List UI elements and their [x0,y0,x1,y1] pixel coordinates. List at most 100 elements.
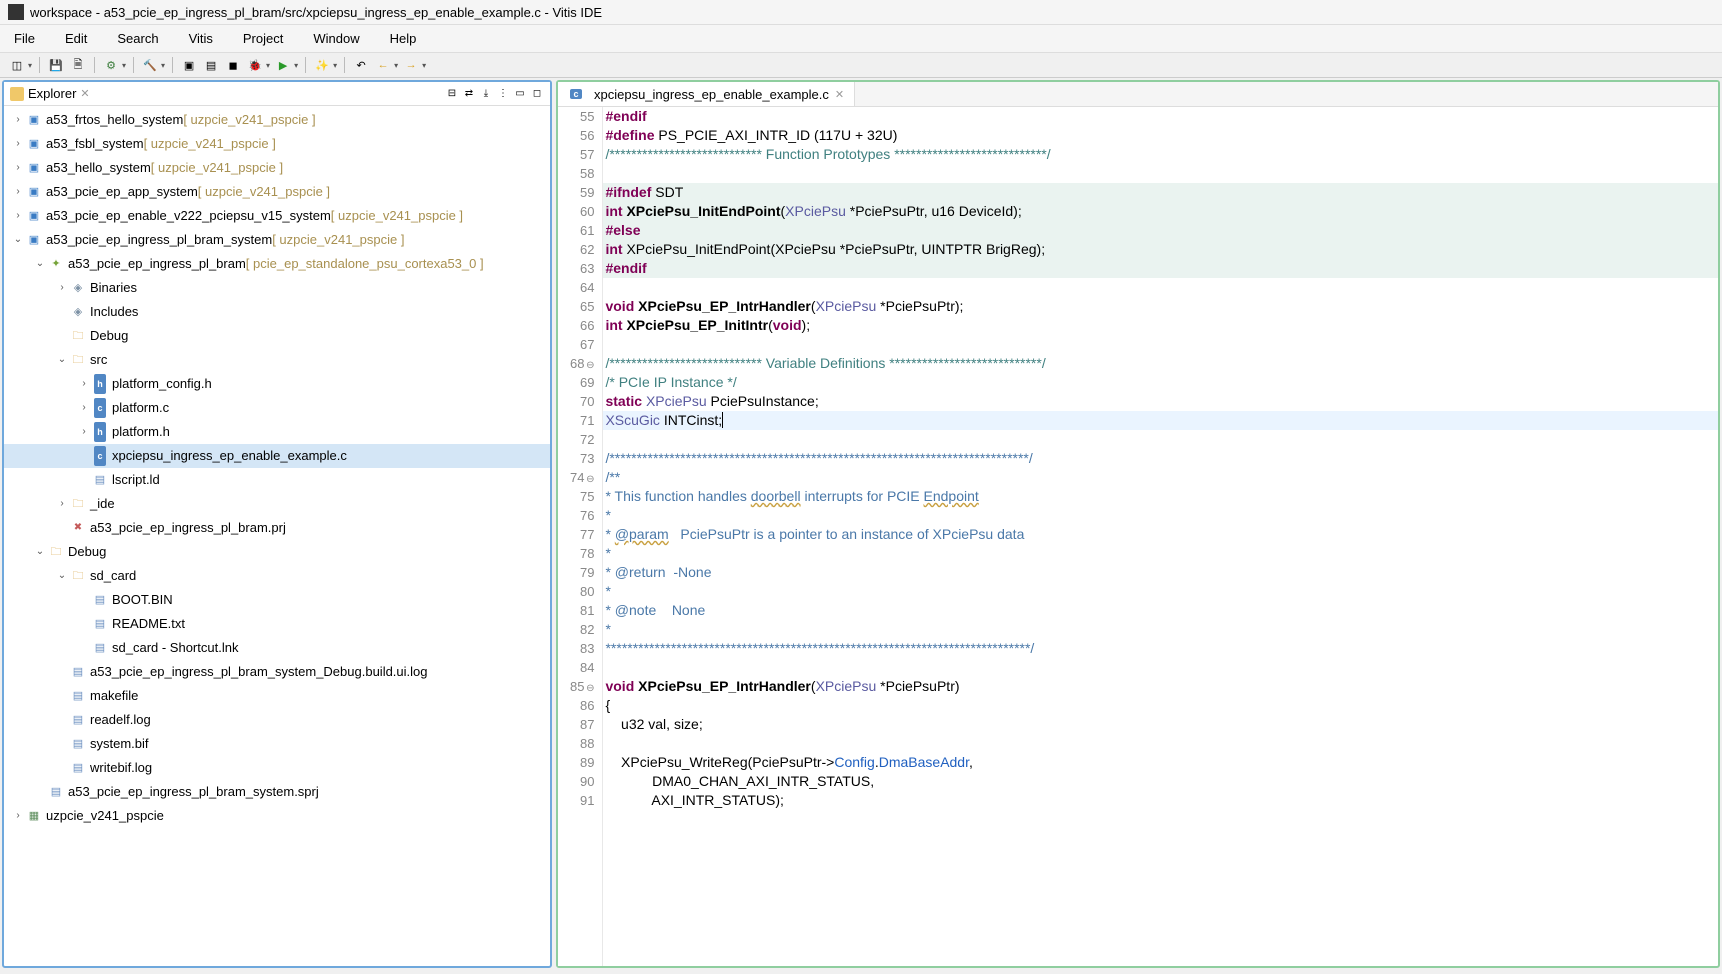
twisty-icon[interactable]: ⌄ [54,350,70,370]
nav-fwd-dropdown[interactable]: ▾ [422,61,426,70]
new-button[interactable]: ◫ [8,56,26,74]
tree-node[interactable]: a53_pcie_ep_ingress_pl_bram_system.sprj [4,780,550,804]
menu-window[interactable]: Window [307,27,365,50]
new-dropdown[interactable]: ▾ [28,61,32,70]
run-dropdown[interactable]: ▾ [294,61,298,70]
code-line[interactable]: static XPciePsu PciePsuInstance; [603,392,1718,411]
tree-node[interactable]: Debug [4,324,550,348]
code-line[interactable]: * [603,506,1718,525]
menu-help[interactable]: Help [384,27,423,50]
code-line[interactable]: DMA0_CHAN_AXI_INTR_STATUS, [603,772,1718,791]
twisty-icon[interactable]: › [10,806,26,826]
tree-node[interactable]: ⌄src [4,348,550,372]
hammer-dropdown[interactable]: ▾ [161,61,165,70]
nav-back-dropdown[interactable]: ▾ [394,61,398,70]
twisty-icon[interactable]: ⌄ [54,566,70,586]
collapse-all-icon[interactable]: ⊟ [445,87,459,101]
menu-project[interactable]: Project [237,27,289,50]
twisty-icon[interactable]: ⌄ [10,230,26,250]
twisty-icon[interactable]: › [76,398,92,418]
code-line[interactable]: ****************************************… [603,639,1718,658]
nav-back[interactable]: ← [374,56,392,74]
tree-node[interactable]: ⌄a53_pcie_ep_ingress_pl_bram_system [ uz… [4,228,550,252]
tree-node[interactable]: writebif.log [4,756,550,780]
save-button[interactable]: 💾 [47,56,65,74]
tree-node[interactable]: xpciepsu_ingress_ep_enable_example.c [4,444,550,468]
twisty-icon[interactable]: › [76,422,92,442]
code-line[interactable]: XScuGic INTCinst; [603,411,1718,430]
code-line[interactable]: #ifndef SDT [603,183,1718,202]
code-line[interactable] [603,658,1718,677]
debug-button[interactable]: 🐞 [246,56,264,74]
tree-node[interactable]: ›a53_pcie_ep_enable_v222_pciepsu_v15_sys… [4,204,550,228]
tree-node[interactable]: readelf.log [4,708,550,732]
code-line[interactable]: * This function handles doorbell interru… [603,487,1718,506]
code-line[interactable]: * @note None [603,601,1718,620]
maximize-icon[interactable]: ◻ [530,87,544,101]
code-line[interactable]: /**************************** Variable D… [603,354,1718,373]
tree-node[interactable]: ›platform_config.h [4,372,550,396]
code-line[interactable]: int XPciePsu_EP_InitIntr(void); [603,316,1718,335]
tree-node[interactable]: ›a53_pcie_ep_app_system [ uzpcie_v241_ps… [4,180,550,204]
tree-node[interactable]: README.txt [4,612,550,636]
tree-node[interactable]: a53_pcie_ep_ingress_pl_bram.prj [4,516,550,540]
twisty-icon[interactable]: › [10,182,26,202]
tool-2[interactable]: ▤ [202,56,220,74]
run-button[interactable]: ▶ [274,56,292,74]
minimize-icon[interactable]: ▭ [513,87,527,101]
editor-tab[interactable]: xpciepsu_ingress_ep_enable_example.c ✕ [558,82,855,106]
code-line[interactable]: #endif [603,107,1718,126]
wand-dropdown[interactable]: ▾ [333,61,337,70]
explorer-close-x[interactable]: ✕ [80,87,89,100]
twisty-icon[interactable]: › [10,134,26,154]
code-line[interactable]: /***************************************… [603,449,1718,468]
code-line[interactable]: int XPciePsu_InitEndPoint(XPciePsu *Pcie… [603,240,1718,259]
code-line[interactable] [603,335,1718,354]
view-menu-icon[interactable]: ⋮ [496,87,510,101]
code-line[interactable]: /* PCIe IP Instance */ [603,373,1718,392]
code-line[interactable]: * [603,582,1718,601]
tree-node[interactable]: ›_ide [4,492,550,516]
tree-node[interactable]: ›uzpcie_v241_pspcie [4,804,550,828]
nav-fwd[interactable]: → [402,56,420,74]
menu-search[interactable]: Search [111,27,164,50]
hammer-button[interactable]: 🔨 [141,56,159,74]
twisty-icon[interactable]: › [76,374,92,394]
project-tree[interactable]: ›a53_frtos_hello_system [ uzpcie_v241_ps… [4,106,550,966]
twisty-icon[interactable]: ⌄ [32,542,48,562]
twisty-icon[interactable]: › [54,278,70,298]
code-line[interactable]: * [603,620,1718,639]
twisty-icon[interactable]: › [10,110,26,130]
tree-node[interactable]: makefile [4,684,550,708]
menu-edit[interactable]: Edit [59,27,93,50]
code-line[interactable]: AXI_INTR_STATUS); [603,791,1718,810]
tree-node[interactable]: ›a53_hello_system [ uzpcie_v241_pspcie ] [4,156,550,180]
code-line[interactable]: /**************************** Function P… [603,145,1718,164]
twisty-icon[interactable]: › [54,494,70,514]
tree-node[interactable]: BOOT.BIN [4,588,550,612]
focus-icon[interactable]: ⤓ [479,87,493,101]
code-line[interactable]: int XPciePsu_InitEndPoint(XPciePsu *Pcie… [603,202,1718,221]
menu-file[interactable]: File [8,27,41,50]
code-content[interactable]: #endif#define PS_PCIE_AXI_INTR_ID (117U … [603,107,1718,966]
code-line[interactable]: { [603,696,1718,715]
tool-3[interactable]: ◼ [224,56,242,74]
tree-node[interactable]: lscript.ld [4,468,550,492]
code-editor[interactable]: 5556575859606162636465666768⊖69707172737… [558,107,1718,966]
code-line[interactable]: #endif [603,259,1718,278]
code-line[interactable]: * @param PciePsuPtr is a pointer to an i… [603,525,1718,544]
code-line[interactable] [603,430,1718,449]
tree-node[interactable]: ⌄a53_pcie_ep_ingress_pl_bram [ pcie_ep_s… [4,252,550,276]
tree-node[interactable]: a53_pcie_ep_ingress_pl_bram_system_Debug… [4,660,550,684]
twisty-icon[interactable]: › [10,158,26,178]
code-line[interactable]: XPciePsu_WriteReg(PciePsuPtr->Config.Dma… [603,753,1718,772]
code-line[interactable]: void XPciePsu_EP_IntrHandler(XPciePsu *P… [603,677,1718,696]
code-line[interactable] [603,278,1718,297]
tree-node[interactable]: ⌄Debug [4,540,550,564]
twisty-icon[interactable]: › [10,206,26,226]
save-all-button[interactable]: 🗎 [69,56,87,74]
tree-node[interactable]: sd_card - Shortcut.lnk [4,636,550,660]
wand-button[interactable]: ✨ [313,56,331,74]
code-line[interactable]: u32 val, size; [603,715,1718,734]
link-editor-icon[interactable]: ⇄ [462,87,476,101]
